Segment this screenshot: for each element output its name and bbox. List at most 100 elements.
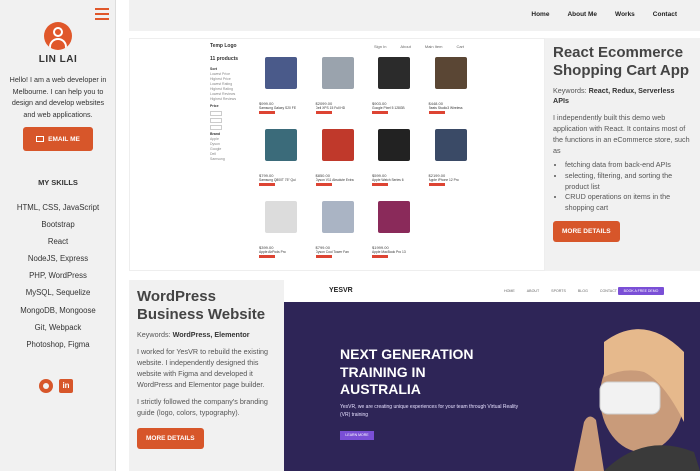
nav-contact[interactable]: Contact: [653, 11, 677, 18]
skill-item: MySQL, Sequelize: [25, 288, 91, 298]
filter-label: Price: [210, 104, 219, 108]
shop-nav-item: Sign In: [373, 44, 387, 49]
top-nav: Home About Me Works Contact: [129, 0, 700, 31]
product-rating: [315, 183, 332, 186]
product-rating: [315, 111, 332, 114]
product-image: [265, 201, 298, 233]
project1-bullets: fetching data from back-end APIs selecti…: [553, 160, 692, 214]
product-rating: [259, 255, 275, 258]
nav-home[interactable]: Home: [531, 11, 549, 18]
shop-filters: Sort Lowest Price Highest Price Lowest R…: [210, 65, 246, 162]
project1-title: React Ecommerce Shopping Cart App: [553, 44, 690, 79]
product-rating: [428, 111, 445, 114]
yesvr-hero-subtitle: YesVR, we are creating unique experience…: [340, 404, 519, 418]
skill-item: MongoDB, Mongoose: [20, 305, 96, 315]
product-name: Dyson Cool Tower Fan: [315, 250, 349, 254]
product-rating: [259, 183, 275, 186]
product-image: [378, 57, 411, 89]
product-name: Samsung Q800T 75" Qui: [259, 178, 296, 182]
shop-nav: Sign In About Main Item Cart: [374, 44, 464, 49]
project1-more-details-button[interactable]: MORE DETAILS: [553, 220, 620, 242]
product-card: $903.00 Google Pixel 5 128GB: [370, 54, 419, 126]
yesvr-nav-item: HOME: [504, 289, 515, 293]
product-rating: [315, 255, 332, 258]
product-image: [321, 129, 354, 161]
profile-name: LIN LAI: [38, 54, 78, 65]
product-name: Samsung Galaxy S20 FE: [259, 106, 297, 110]
project2-info: WordPress Business Website Keywords: Wor…: [129, 280, 284, 471]
product-rating: [428, 183, 445, 186]
menu-icon[interactable]: [95, 8, 109, 20]
shop-logo: Temp Logo: [210, 43, 237, 49]
product-card: $2099.00 Dell XPS 15 Full HD: [314, 54, 363, 126]
product-name: Apple AirPods Pro: [259, 250, 286, 254]
product-card: $799.00 Samsung Q800T 75" Qui: [257, 126, 306, 198]
envelope-icon: [36, 136, 45, 142]
product-rating: [372, 255, 388, 258]
product-name: Dell XPS 15 Full HD: [315, 106, 346, 110]
yesvr-hero-button: LEARN MORE: [340, 431, 374, 440]
yesvr-hero-title: NEXT GENERATION TRAINING IN AUSTRALIA: [340, 346, 474, 397]
price-field: [210, 125, 222, 130]
avatar: [44, 22, 72, 50]
github-icon[interactable]: [39, 379, 53, 393]
yesvr-nav-item: CONTACT: [599, 289, 617, 293]
product-image: [434, 57, 467, 89]
product-rating: [372, 183, 388, 186]
email-me-label: EMAIL ME: [48, 135, 80, 143]
yesvr-demo-button: BOOK A FREE DEMO: [618, 287, 664, 295]
product-name: Beats Studio3 Wireless: [428, 106, 463, 110]
shop-nav-item: Main Item: [424, 44, 443, 49]
product-name: Google Pixel 5 128GB: [372, 106, 405, 110]
yesvr-logo: YESVR: [329, 287, 353, 294]
product-name: Apple iPhone 12 Pro: [428, 178, 459, 182]
product-card: $2199.00 Apple iPhone 12 Pro: [427, 126, 476, 198]
social-links: in: [39, 379, 73, 393]
skill-item: HTML, CSS, JavaScript: [16, 203, 100, 212]
product-image: [434, 129, 467, 161]
nav-works[interactable]: Works: [615, 11, 635, 18]
vr-headset-person-image: [534, 302, 700, 471]
linkedin-icon[interactable]: in: [59, 379, 73, 393]
nav-about-me[interactable]: About Me: [567, 11, 597, 18]
price-field: [210, 118, 222, 123]
yesvr-nav-item: BLOG: [577, 289, 588, 293]
project2-description: I worked for YesVR to rebuild the existi…: [137, 347, 269, 389]
project2-keywords: Keywords: WordPress, Elementor: [137, 330, 250, 339]
ecommerce-screenshot[interactable]: Temp Logo Sign In About Main Item Cart 1…: [129, 38, 545, 271]
skill-item: PHP, WordPress: [29, 271, 87, 281]
product-count: 11 products: [210, 56, 239, 62]
yesvr-nav: HOME ABOUT SPORTS BLOG CONTACT: [504, 289, 617, 293]
skill-item: React: [47, 237, 69, 247]
product-image: [265, 57, 298, 89]
skill-item: Git, Webpack: [34, 322, 82, 332]
project2-more-details-button[interactable]: MORE DETAILS: [137, 428, 204, 449]
filter-option: Samsung: [210, 157, 225, 161]
product-card: $399.00 Apple AirPods Pro: [257, 198, 306, 270]
project2-title: WordPress Business Website: [137, 288, 266, 323]
yesvr-screenshot[interactable]: YESVR HOME ABOUT SPORTS BLOG CONTACT BOO…: [284, 280, 700, 471]
filter-option: Highest Reviews: [210, 97, 237, 101]
product-card: $1999.00 Apple MacBook Pro 13: [370, 198, 419, 270]
project1-description: I independently built this demo web appl…: [553, 113, 690, 155]
skills-heading: MY SKILLS: [38, 178, 78, 187]
skills-list: HTML, CSS, JavaScript Bootstrap React No…: [0, 199, 116, 353]
price-field: [210, 111, 222, 116]
profile-intro: Hello! I am a web developer in Melbourne…: [9, 75, 107, 119]
product-rating: [372, 111, 388, 114]
yesvr-nav-item: ABOUT: [526, 289, 540, 293]
product-card: $799.00 Dyson Cool Tower Fan: [314, 198, 363, 270]
skill-item: Bootstrap: [41, 220, 75, 230]
email-me-button[interactable]: EMAIL ME: [23, 127, 93, 151]
skill-item: NodeJS, Express: [27, 254, 89, 264]
project1-keywords: Keywords: React, Redux, Serverless APIs: [553, 86, 675, 105]
product-image: [265, 129, 298, 161]
product-card: $448.00 Beats Studio3 Wireless: [427, 54, 476, 126]
product-grid: $999.00 Samsung Galaxy S20 FE $2099.00 Dell…: [257, 54, 475, 270]
yesvr-header: YESVR HOME ABOUT SPORTS BLOG CONTACT BOO…: [284, 280, 700, 302]
product-card: $999.00 Samsung Galaxy S20 FE: [257, 54, 306, 126]
shop-nav-item: Cart: [456, 44, 464, 49]
project1-info: React Ecommerce Shopping Cart App Keywor…: [545, 38, 700, 271]
product-image: [378, 201, 411, 233]
yesvr-nav-item: SPORTS: [551, 289, 566, 293]
